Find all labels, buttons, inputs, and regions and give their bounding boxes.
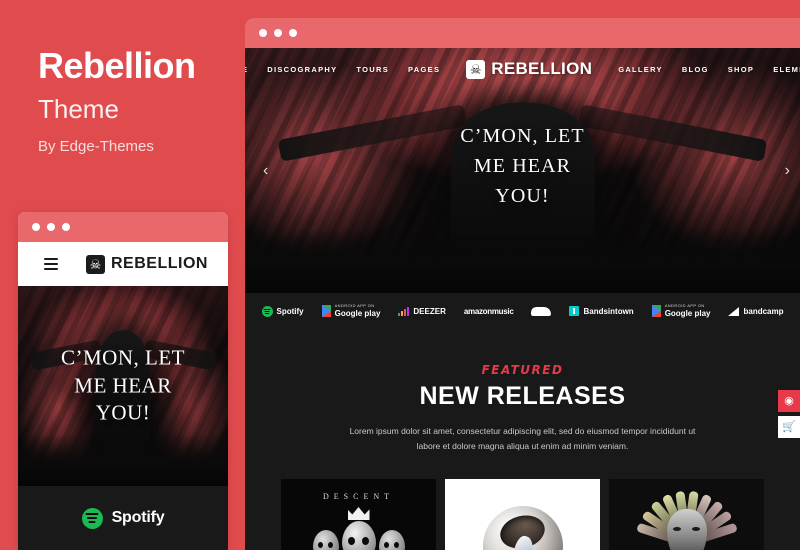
featured-heading: NEW RELEASES (419, 382, 626, 410)
featured-paragraph: Lorem ipsum dolor sit amet, consectetur … (349, 426, 696, 451)
window-dot-minimize-icon[interactable] (274, 29, 282, 37)
skull-icon (312, 530, 339, 550)
google-play-icon (651, 304, 661, 317)
platform-amazon-music[interactable]: amazonmusic (464, 307, 514, 316)
soundcloud-icon (531, 306, 552, 316)
nav-item-blog[interactable]: BLOG (682, 65, 709, 74)
browser-chrome-bar (245, 18, 800, 48)
skull-icon: ☠ (466, 59, 486, 79)
hero-crowd-foreground (245, 229, 800, 293)
spotify-icon (81, 507, 103, 529)
mobile-hero-slider: C’MON, LET ME HEAR YOU! (18, 286, 228, 486)
mobile-browser-chrome (18, 212, 228, 242)
hero-headline-line-1: C’MON, LET (61, 345, 185, 370)
mobile-site-logo[interactable]: ☠ REBELLION (86, 254, 208, 274)
promo-byline: By Edge-Themes (38, 138, 154, 155)
bandsintown-icon (569, 306, 580, 316)
mobile-hero-headline: C’MON, LET ME HEAR YOU! (18, 344, 228, 427)
crown-icon (347, 507, 370, 520)
release-card-title: DESCENT (323, 492, 394, 501)
mobile-navbar: ☠ REBELLION (18, 242, 228, 286)
platform-deezer-label: DEEZER (413, 306, 446, 316)
page-title: Rebellion (38, 45, 196, 86)
platform-google-play-2[interactable]: ANDROID APP ON Google play (651, 303, 711, 318)
nav-item-pages[interactable]: PAGES (408, 65, 440, 74)
window-dot-minimize-icon[interactable] (47, 223, 55, 231)
hero-crowd-foreground (18, 434, 228, 486)
hero-prev-arrow-icon[interactable]: ‹ (263, 162, 268, 180)
record-icon[interactable]: ◉ (778, 390, 800, 412)
platform-deezer[interactable]: DEEZER (398, 306, 446, 316)
spotify-icon (261, 305, 273, 317)
primary-nav-right: GALLERY BLOG SHOP ELEMENTS (618, 65, 800, 74)
release-grid: DESCENT (281, 479, 764, 550)
nav-item-elements[interactable]: ELEMENTS (773, 65, 800, 74)
skull-glyph: ☠ (89, 256, 102, 272)
platform-spotify[interactable]: Spotify (81, 507, 165, 529)
skull-icon (341, 507, 376, 550)
platform-spotify[interactable]: Spotify (261, 305, 304, 317)
floating-side-buttons: ◉ 🛒 (778, 390, 800, 438)
nav-item-home[interactable]: HOME (245, 65, 248, 74)
promo-subtitle: Theme (38, 94, 119, 124)
platform-google-play-label-1: Google play (334, 308, 381, 318)
release-artwork-skulls (281, 507, 436, 550)
cart-icon[interactable]: 🛒 (778, 416, 800, 438)
hero-headline: C’MON, LET ME HEAR YOU! (245, 121, 800, 211)
window-dot-maximize-icon[interactable] (62, 223, 70, 231)
hamburger-menu-icon[interactable] (44, 258, 58, 270)
platform-google-play-label-2: Google play (664, 308, 711, 318)
platform-google-play-sub-1: ANDROID APP ON (334, 303, 375, 309)
release-card-sphere[interactable] (445, 479, 600, 550)
nav-item-shop[interactable]: SHOP (728, 65, 754, 74)
google-play-icon (321, 304, 331, 317)
platform-bandcamp-label: bandcamp (743, 306, 784, 316)
hero-headline-line-2: ME HEAR (473, 154, 572, 177)
nav-item-discography[interactable]: DISCOGRAPHY (267, 65, 337, 74)
hero-headline-line-2: ME HEAR (74, 373, 172, 398)
hero-headline-line-3: YOU! (95, 400, 151, 425)
platform-spotify-label: Spotify (111, 509, 165, 526)
mobile-logo-text: REBELLION (111, 255, 208, 272)
platform-bandsintown[interactable]: Bandsintown (569, 306, 634, 316)
deezer-icon (398, 306, 410, 316)
site-header: HOME DISCOGRAPHY TOURS PAGES ☠ REBELLION… (245, 48, 800, 90)
nav-item-tours[interactable]: TOURS (356, 65, 389, 74)
desktop-preview-mockup: C’MON, LET ME HEAR YOU! ‹ › HOME DISCOGR… (245, 18, 800, 550)
hero-headline-line-3: YOU! (495, 184, 550, 207)
window-dot-close-icon[interactable] (259, 29, 267, 37)
mobile-preview-mockup: ☠ REBELLION C’MON, LET ME HEAR YOU! Spot… (18, 212, 228, 550)
release-artwork-sphere (482, 506, 563, 550)
primary-nav-left: HOME DISCOGRAPHY TOURS PAGES (245, 65, 440, 74)
site-logo[interactable]: ☠ REBELLION (466, 59, 592, 79)
platform-spotify-label: Spotify (276, 306, 304, 316)
bandcamp-icon (728, 306, 740, 316)
nav-item-gallery[interactable]: GALLERY (618, 65, 663, 74)
release-artwork-face (666, 509, 707, 550)
hero-headline-line-1: C’MON, LET (460, 124, 585, 147)
platform-google-play-1[interactable]: ANDROID APP ON Google play (321, 303, 381, 318)
release-card-mohawk[interactable] (609, 479, 764, 550)
window-dot-maximize-icon[interactable] (289, 29, 297, 37)
release-card-descent[interactable]: DESCENT (281, 479, 436, 550)
skull-icon (378, 530, 405, 550)
platform-amazon-music-label: amazonmusic (463, 306, 514, 316)
window-dot-close-icon[interactable] (32, 223, 40, 231)
platform-google-play-sub-2: ANDROID APP ON (664, 303, 705, 309)
hero-next-arrow-icon[interactable]: › (785, 162, 790, 180)
platform-logo-strip: Spotify ANDROID APP ON Google play DEEZE… (245, 293, 800, 329)
featured-releases-section: FEATURED NEW RELEASES Lorem ipsum dolor … (245, 329, 800, 550)
featured-eyebrow: FEATURED (481, 363, 564, 377)
platform-soundcloud[interactable] (531, 306, 552, 316)
skull-glyph: ☠ (469, 61, 482, 77)
platform-bandsintown-label: Bandsintown (583, 306, 634, 316)
site-logo-text: REBELLION (491, 59, 593, 78)
skull-icon: ☠ (86, 254, 105, 274)
mobile-platform-bar: Spotify (18, 486, 228, 550)
platform-bandcamp[interactable]: bandcamp (728, 306, 784, 316)
